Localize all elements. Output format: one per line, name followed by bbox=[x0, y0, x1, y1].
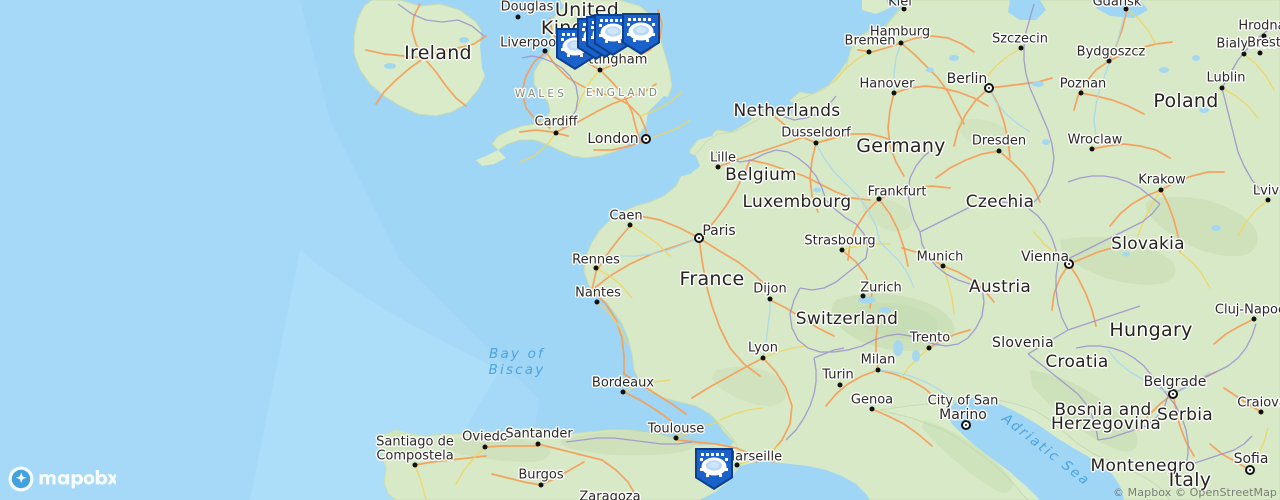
mapbox-logo[interactable] bbox=[8, 466, 116, 492]
map-viewport[interactable]: WALESENGLAND IrelandUnitedKingdomNetherl… bbox=[0, 0, 1280, 500]
map-base-layer bbox=[0, 0, 1280, 500]
stadium-marker-5[interactable] bbox=[620, 11, 662, 57]
stadium-marker-6[interactable] bbox=[693, 446, 735, 492]
stadium-icon bbox=[622, 13, 660, 55]
stadium-icon bbox=[695, 448, 733, 490]
mapbox-wordmark-icon bbox=[8, 466, 116, 492]
map-attribution[interactable]: © Mapbox © OpenStreetMap bbox=[1113, 486, 1277, 499]
